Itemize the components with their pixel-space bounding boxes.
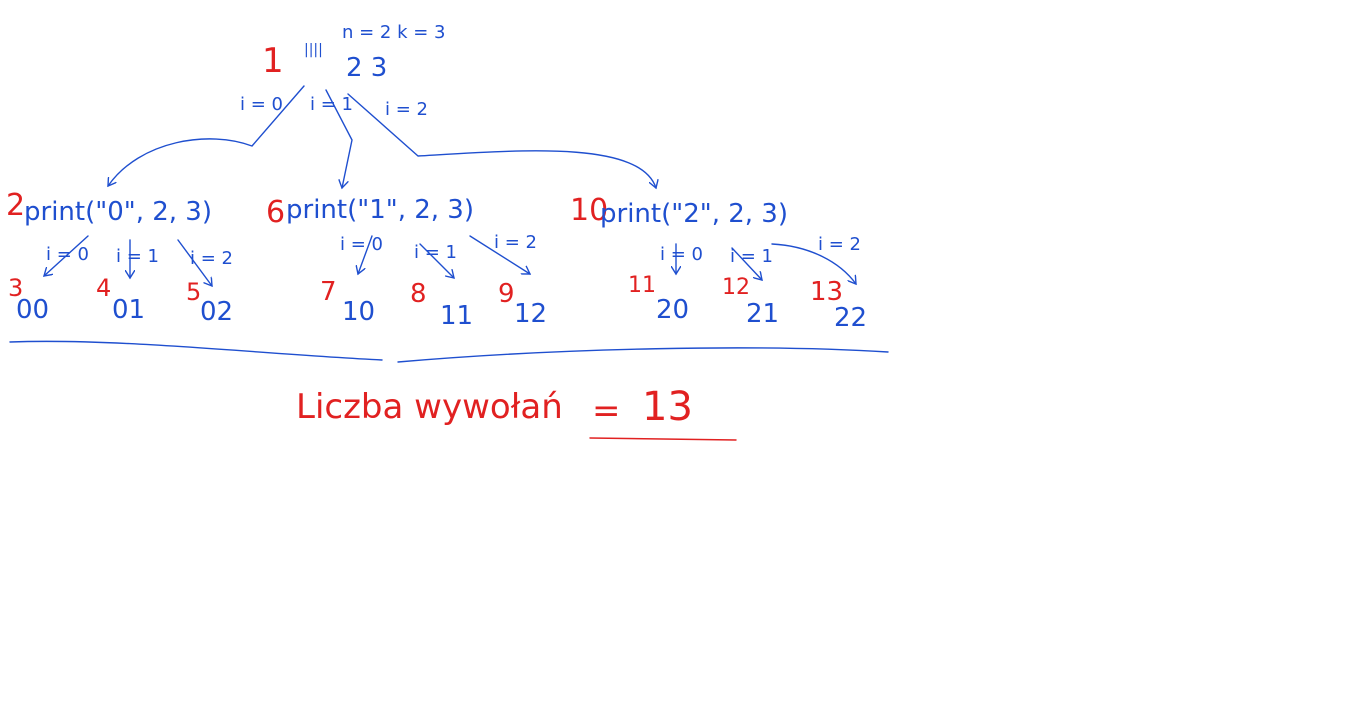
- call-number-2: 2: [6, 188, 25, 223]
- root-edge-label-i2: i = 2: [385, 99, 428, 120]
- call-number-6: 6: [266, 195, 285, 230]
- root-call-number: 1: [262, 41, 284, 81]
- recursion-tree-canvas: 1 |||| n = 2 k = 3 2 3 i = 0 i = 1 i = 2…: [6, 22, 889, 441]
- leaf-order-4: 4: [96, 274, 111, 302]
- leaf-value-20: 20: [656, 295, 689, 325]
- root-tally-marks: ||||: [304, 42, 323, 58]
- leaf-order-5: 5: [186, 278, 201, 306]
- summary-equals: =: [592, 391, 621, 431]
- summary-value: 13: [642, 384, 693, 430]
- root-edge-label-i1: i = 1: [310, 94, 353, 115]
- root-args: 2 3: [346, 53, 387, 83]
- leaf-order-7: 7: [320, 277, 337, 307]
- leaf-value-11: 11: [440, 301, 473, 331]
- leaf-value-00: 00: [16, 295, 49, 325]
- leaf-order-11: 11: [628, 273, 656, 298]
- leaf-value-02: 02: [200, 297, 233, 327]
- summary-label: Liczba wywołań: [296, 387, 563, 427]
- leaf-value-22: 22: [834, 303, 867, 333]
- leaf-value-21: 21: [746, 299, 779, 329]
- leaf-value-12: 12: [514, 299, 547, 329]
- edge-label-6-i0: i = 0: [340, 234, 383, 255]
- leaf-order-9: 9: [498, 279, 515, 309]
- leaf-value-10: 10: [342, 297, 375, 327]
- edge-label-2-i1: i = 1: [116, 246, 159, 267]
- root-edge-label-i0: i = 0: [240, 94, 283, 115]
- leaf-order-12: 12: [722, 275, 750, 300]
- summary-underline: [589, 437, 737, 441]
- divider-line: [9, 340, 889, 363]
- leaf-order-8: 8: [410, 279, 427, 309]
- edge-label-6-i2: i = 2: [494, 232, 537, 253]
- edge-label-10-i1: i = 1: [730, 246, 773, 267]
- root-params: n = 2 k = 3: [342, 22, 446, 43]
- call-print-0: print("0", 2, 3): [24, 197, 212, 227]
- edge-label-10-i0: i = 0: [660, 244, 703, 265]
- call-print-1: print("1", 2, 3): [286, 195, 474, 225]
- call-print-2: print("2", 2, 3): [600, 199, 788, 229]
- edge-label-10-i2: i = 2: [818, 234, 861, 255]
- leaf-value-01: 01: [112, 295, 145, 325]
